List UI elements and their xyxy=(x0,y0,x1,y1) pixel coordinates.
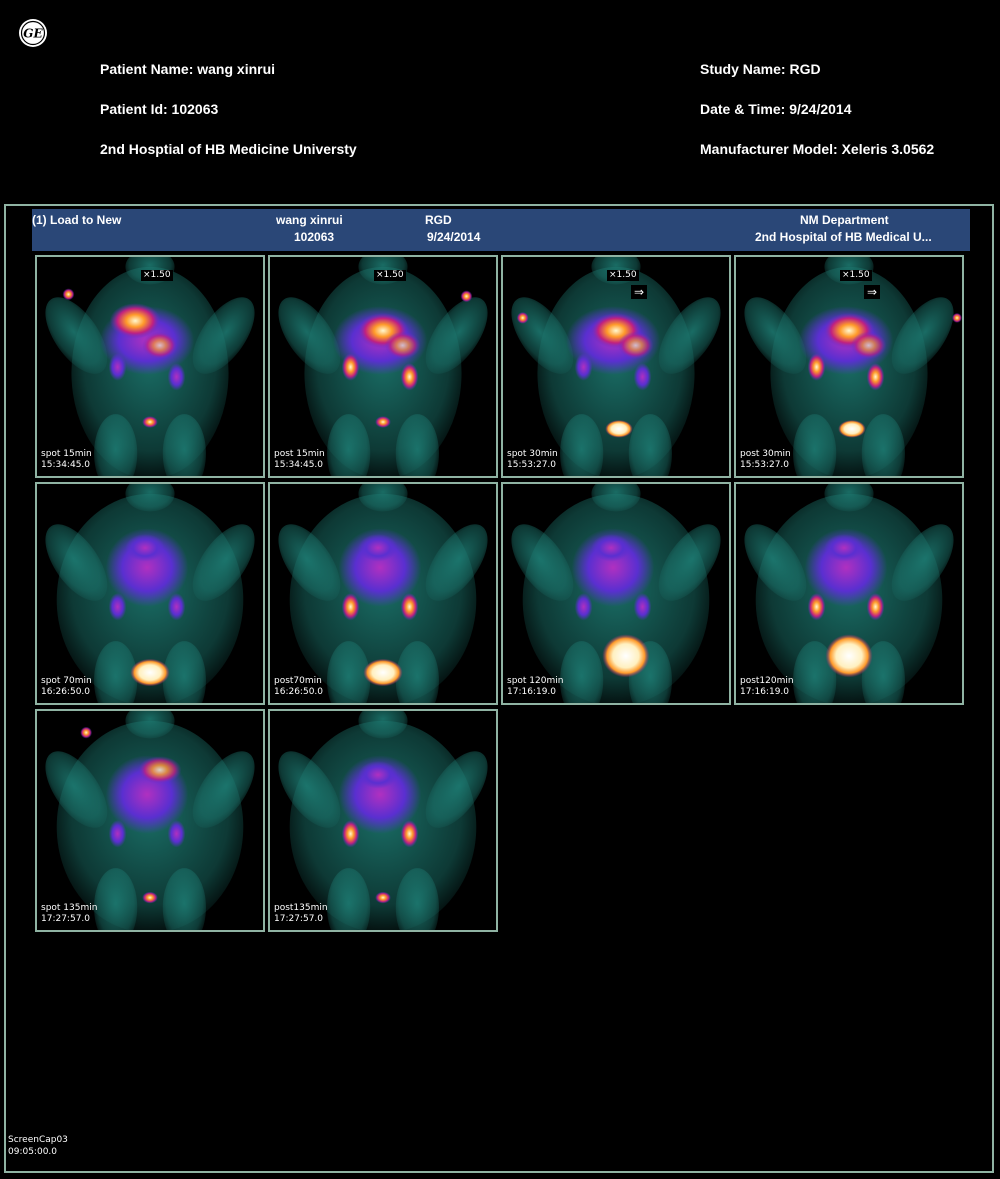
panel-label: spot 15min xyxy=(41,449,92,459)
hospital-name: 2nd Hosptial of HB Medicine Universty xyxy=(100,141,357,157)
scan-image xyxy=(45,711,255,930)
panel-time: 15:34:45.0 xyxy=(41,460,91,470)
scan-panel[interactable]: ×1.50 spot 15min 15:34:45.0 xyxy=(35,255,265,478)
panel-time: 17:27:57.0 xyxy=(274,914,324,924)
bar-department: NM Department xyxy=(800,213,889,227)
panel-time: 16:26:50.0 xyxy=(274,687,324,697)
arrow-right-icon[interactable]: ⇒ xyxy=(631,285,647,299)
load-to-new-label[interactable]: (1) Load to New xyxy=(32,213,121,227)
zoom-label: ×1.50 xyxy=(840,270,872,281)
scan-image xyxy=(278,711,488,930)
scan-image xyxy=(278,257,488,476)
scan-panel[interactable]: spot 70min 16:26:50.0 xyxy=(35,482,265,705)
study-info-bar: (1) Load to New wang xinrui 102063 RGD 9… xyxy=(32,209,970,251)
panel-label: spot 135min xyxy=(41,903,98,913)
panel-label: post120min xyxy=(740,676,794,686)
scan-panel[interactable]: spot 120min 17:16:19.0 xyxy=(501,482,731,705)
panel-label: spot 120min xyxy=(507,676,564,686)
patient-id: Patient Id: 102063 xyxy=(100,101,219,117)
screen-capture-label: ScreenCap03 xyxy=(8,1135,68,1145)
panel-time: 15:53:27.0 xyxy=(740,460,790,470)
zoom-label: ×1.50 xyxy=(141,270,173,281)
arrow-right-icon[interactable]: ⇒ xyxy=(864,285,880,299)
zoom-label: ×1.50 xyxy=(607,270,639,281)
panel-time: 17:16:19.0 xyxy=(740,687,790,697)
scan-panel[interactable]: post120min 17:16:19.0 xyxy=(734,482,964,705)
bar-study-date: 9/24/2014 xyxy=(427,230,481,244)
scan-panel[interactable]: spot 135min 17:27:57.0 xyxy=(35,709,265,932)
scan-image xyxy=(744,257,962,476)
panel-time: 17:16:19.0 xyxy=(507,687,557,697)
bar-hospital: 2nd Hospital of HB Medical U... xyxy=(755,230,932,244)
bar-study-name: RGD xyxy=(425,213,452,227)
panel-label: spot 30min xyxy=(507,449,558,459)
ge-logo-icon: GE xyxy=(19,19,47,47)
manufacturer-model: Manufacturer Model: Xeleris 3.0562 xyxy=(700,141,935,157)
screen-capture-time: 09:05:00.0 xyxy=(8,1147,58,1157)
bar-patient-name: wang xinrui xyxy=(276,213,343,227)
panel-label: post135min xyxy=(274,903,328,913)
scan-panel[interactable]: ×1.50 post 15min 15:34:45.0 xyxy=(268,255,498,478)
panel-time: 15:34:45.0 xyxy=(274,460,324,470)
scan-image xyxy=(45,257,255,476)
study-name: Study Name: RGD xyxy=(700,61,821,77)
scan-image xyxy=(278,484,488,703)
date-time: Date & Time: 9/24/2014 xyxy=(700,101,852,117)
scan-image xyxy=(45,484,255,703)
panel-label: spot 70min xyxy=(41,676,92,686)
svg-text:GE: GE xyxy=(23,27,43,41)
bar-patient-id: 102063 xyxy=(294,230,335,244)
panel-label: post70min xyxy=(274,676,322,686)
panel-time: 17:27:57.0 xyxy=(41,914,91,924)
panel-label: post 15min xyxy=(274,449,325,459)
patient-name: Patient Name: wang xinrui xyxy=(100,61,276,77)
scan-panel[interactable]: post135min 17:27:57.0 xyxy=(268,709,498,932)
scan-image xyxy=(744,484,954,703)
zoom-label: ×1.50 xyxy=(374,270,406,281)
scan-image xyxy=(511,257,721,476)
panel-label: post 30min xyxy=(740,449,791,459)
scan-image xyxy=(511,484,721,703)
scan-panel[interactable]: ×1.50 ⇒ spot 30min 15:53:27.0 xyxy=(501,255,731,478)
scan-panel[interactable]: ×1.50 ⇒ post 30min 15:53:27.0 xyxy=(734,255,964,478)
panel-time: 16:26:50.0 xyxy=(41,687,91,697)
panel-time: 15:53:27.0 xyxy=(507,460,557,470)
scan-panel[interactable]: post70min 16:26:50.0 xyxy=(268,482,498,705)
